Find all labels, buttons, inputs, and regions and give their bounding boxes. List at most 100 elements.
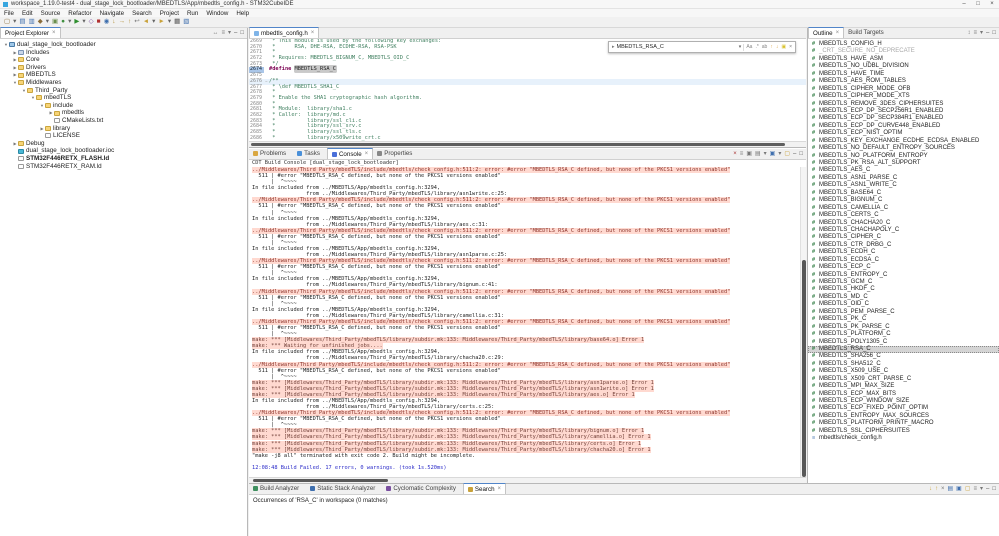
tree-row[interactable]: CMakeLists.txt — [0, 117, 247, 125]
outline-item[interactable]: MBEDTLS_NO_UDBL_DIVISION — [808, 63, 999, 70]
outline-item[interactable]: MBEDTLS_ECDH_C — [808, 249, 999, 256]
menu-item[interactable]: Window — [206, 10, 228, 17]
outline-item[interactable]: MBEDTLS_PLATFORM_PRINTF_MACRO — [808, 420, 999, 427]
outline-item[interactable]: MBEDTLS_POLY1305_C — [808, 339, 999, 346]
toolbar-icon[interactable]: ▾ — [168, 17, 171, 27]
toolbar-icon[interactable]: ▶ — [74, 17, 79, 27]
outline-toolbar-icon[interactable]: □ — [992, 28, 996, 38]
outline-item[interactable]: MBEDTLS_ECP_FIXED_POINT_OPTIM — [808, 405, 999, 412]
search-toolbar-icon[interactable]: ▢ — [965, 484, 971, 494]
outline-tab[interactable]: Outline × — [808, 27, 845, 38]
menu-item[interactable]: Navigate — [100, 10, 124, 17]
toolbar-icon[interactable]: ▤ — [19, 17, 25, 27]
outline-toolbar-icon[interactable]: ≡ — [974, 28, 978, 38]
search-toolbar-icon[interactable]: ▾ — [980, 484, 983, 494]
outline-item[interactable]: MBEDTLS_GCM_C — [808, 279, 999, 286]
console-area-tab[interactable]: Properties — [373, 148, 419, 159]
outline-item[interactable]: MBEDTLS_ECDSA_C — [808, 257, 999, 264]
outline-item[interactable]: MBEDTLS_MPI_MAX_SIZE — [808, 383, 999, 390]
outline-item[interactable]: MBEDTLS_CERTS_C — [808, 212, 999, 219]
tree-row[interactable]: LICENSE — [0, 132, 247, 140]
bottom-view-tab[interactable]: Search × — [462, 483, 507, 494]
code-editor[interactable]: 2669 * This module is used by the follow… — [249, 39, 806, 142]
tree-row[interactable]: dual_stage_lock_bootloader.ioc — [0, 147, 247, 155]
view-toolbar-icon[interactable]: – — [234, 28, 237, 38]
console-toolbar-icon[interactable]: ≡ — [740, 149, 744, 159]
outline-item[interactable]: MBEDTLS_PK_C — [808, 316, 999, 323]
menu-item[interactable]: Project — [160, 10, 179, 17]
outline-item[interactable]: MBEDTLS_SHA256_C — [808, 353, 999, 360]
tab-project-explorer[interactable]: Project Explorer × — [0, 27, 61, 38]
view-toolbar-icon[interactable]: ≡ — [222, 28, 226, 38]
close-icon[interactable]: × — [498, 486, 502, 492]
console-toolbar-icon[interactable]: ▢ — [784, 149, 790, 159]
find-option-icon[interactable]: ab — [762, 42, 768, 52]
outline-item[interactable]: MBEDTLS_CAMELLIA_C — [808, 205, 999, 212]
console-toolbar-icon[interactable]: ▤ — [755, 149, 761, 159]
outline-item[interactable]: MBEDTLS_PK_RSA_ALT_SUPPORT — [808, 160, 999, 167]
menu-item[interactable]: Help — [236, 10, 249, 17]
outline-item[interactable]: MBEDTLS_NO_PLATFORM_ENTROPY — [808, 153, 999, 160]
find-option-icon[interactable]: ↓ — [776, 42, 779, 52]
tree-row[interactable]: STM32F446RETX_RAM.ld — [0, 163, 247, 171]
menu-item[interactable]: Edit — [22, 10, 33, 17]
tree-row[interactable]: ▶ Debug — [0, 140, 247, 148]
tree-row[interactable]: ▶ Drivers — [0, 64, 247, 72]
tree-row[interactable]: ▼ mbedTLS — [0, 94, 247, 102]
outline-item[interactable]: MBEDTLS_ECP_DP_SECP384R1_ENABLED — [808, 115, 999, 122]
console-toolbar-icon[interactable]: ▣ — [746, 149, 752, 159]
find-dropdown-icon[interactable]: ▾ — [739, 42, 742, 52]
console-toolbar-icon[interactable]: × — [733, 149, 737, 159]
console-vscroll-thumb[interactable] — [802, 260, 806, 477]
toolbar-icon[interactable]: ▾ — [68, 17, 71, 27]
console-area-tab[interactable]: Console × — [326, 148, 374, 159]
find-option-icon[interactable]: × — [789, 42, 792, 52]
outline-toolbar-icon[interactable]: ↕ — [968, 28, 971, 38]
toolbar-icon[interactable]: ▾ — [46, 17, 49, 27]
outline-item[interactable]: MBEDTLS_HKDF_C — [808, 286, 999, 293]
console-toolbar-icon[interactable]: ▾ — [764, 149, 767, 159]
outline-toolbar-icon[interactable]: – — [986, 28, 989, 38]
outline-item[interactable]: MBEDTLS_BASE64_C — [808, 190, 999, 197]
editor-hscroll-thumb[interactable] — [251, 143, 785, 146]
search-toolbar-icon[interactable]: ↑ — [935, 484, 938, 494]
outline-item[interactable]: MBEDTLS_CIPHER_MODE_XTS — [808, 93, 999, 100]
outline-item[interactable]: MBEDTLS_BIGNUM_C — [808, 197, 999, 204]
menu-item[interactable]: Run — [187, 10, 198, 17]
outline-item[interactable]: MBEDTLS_CHACHAPOLY_C — [808, 227, 999, 234]
outline-item[interactable]: MBEDTLS_HAVE_ASM — [808, 56, 999, 63]
tree-row[interactable]: ▶ mbedtls — [0, 109, 247, 117]
toolbar-icon[interactable]: ↩ — [134, 17, 139, 27]
outline-item[interactable]: MBEDTLS_ECP_MAX_BITS — [808, 391, 999, 398]
outline-item[interactable]: MBEDTLS_PEM_PARSE_C — [808, 309, 999, 316]
outline-item[interactable]: MBEDTLS_CTR_DRBG_C — [808, 242, 999, 249]
outline-item[interactable]: MBEDTLS_CIPHER_MODE_OFB — [808, 86, 999, 93]
tree-row[interactable]: ▶ library — [0, 125, 247, 133]
menu-item[interactable]: Search — [132, 10, 152, 17]
toolbar-icon[interactable]: ▣ — [52, 17, 58, 27]
close-icon[interactable]: × — [52, 30, 56, 36]
toolbar-icon[interactable]: ▾ — [152, 17, 155, 27]
search-toolbar-icon[interactable]: ≡ — [974, 484, 978, 494]
outline-item[interactable]: MBEDTLS_PK_PARSE_C — [808, 324, 999, 331]
outline-item[interactable]: MBEDTLS_ECP_DP_SECP256R1_ENABLED — [808, 108, 999, 115]
toolbar-icon[interactable]: ► — [158, 17, 164, 27]
tab-mbedtls-config-h[interactable]: mbedtls_config.h × — [249, 27, 320, 38]
close-icon[interactable]: × — [311, 30, 315, 36]
outline-item[interactable]: MBEDTLS_ASN1_WRITE_C — [808, 182, 999, 189]
view-toolbar-icon[interactable]: ▾ — [228, 28, 231, 38]
tree-row[interactable]: STM32F446RETX_FLASH.ld — [0, 155, 247, 163]
search-toolbar-icon[interactable]: × — [941, 484, 945, 494]
console-toolbar-icon[interactable]: – — [793, 149, 796, 159]
toolbar-icon[interactable]: ◇ — [89, 17, 94, 27]
outline-item[interactable]: MBEDTLS_HAVE_TIME — [808, 71, 999, 78]
outline-toolbar-icon[interactable]: ▾ — [980, 28, 983, 38]
outline-item[interactable]: MBEDTLS_ENTROPY_C — [808, 272, 999, 279]
console-hscroll-thumb[interactable] — [253, 479, 388, 482]
outline-item[interactable]: MBEDTLS_ECP_C — [808, 264, 999, 271]
toolbar-icon[interactable]: ▧ — [183, 17, 189, 27]
menu-item[interactable]: Source — [41, 10, 61, 17]
outline-item[interactable]: MBEDTLS_REMOVE_3DES_CIPHERSUITES — [808, 101, 999, 108]
outline-item[interactable]: MBEDTLS_ECP_DP_CURVE448_ENABLED — [808, 123, 999, 130]
outline-item[interactable]: MBEDTLS_NO_DEFAULT_ENTROPY_SOURCES — [808, 145, 999, 152]
